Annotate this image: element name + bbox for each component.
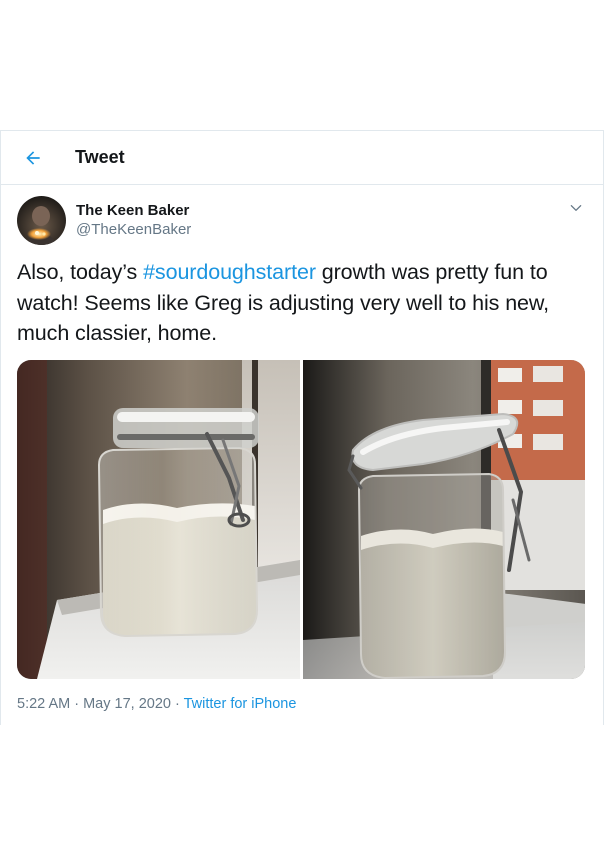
tweet-photo-1[interactable] [17, 360, 300, 679]
user-handle[interactable]: @TheKeenBaker [76, 220, 191, 240]
display-name[interactable]: The Keen Baker [76, 202, 191, 220]
tweet-date[interactable]: May 17, 2020 [83, 696, 171, 712]
hashtag-link[interactable]: #sourdoughstarter [143, 260, 316, 284]
page-title: Tweet [75, 147, 125, 167]
tweet-meta: 5:22 AM · May 17, 2020 · Twitter for iPh… [17, 694, 296, 714]
page: Tweet The Keen Baker @TheKeenBaker Also,… [0, 0, 606, 849]
arrow-left-icon [26, 150, 40, 165]
chevron-down-icon [570, 205, 582, 211]
tweet-card: Tweet The Keen Baker @TheKeenBaker Also,… [0, 130, 604, 725]
back-button[interactable] [13, 138, 53, 178]
meta-separator: · [70, 696, 84, 712]
author-names: The Keen Baker @TheKeenBaker [76, 202, 191, 240]
more-options-button[interactable] [565, 197, 587, 219]
tweet-text: Also, today’s #sourdoughstarter growth w… [1, 245, 603, 349]
tweet-time[interactable]: 5:22 AM [17, 696, 70, 712]
tweet-text-before: Also, today’s [17, 260, 144, 284]
author-row: The Keen Baker @TheKeenBaker [1, 185, 603, 245]
tweet-photo-2[interactable] [302, 360, 585, 679]
tweet-header: Tweet [1, 131, 603, 185]
meta-separator: · [170, 696, 184, 712]
tweet-photos [17, 360, 585, 679]
tweet-source-link[interactable]: Twitter for iPhone [184, 696, 297, 712]
avatar[interactable] [17, 196, 66, 245]
